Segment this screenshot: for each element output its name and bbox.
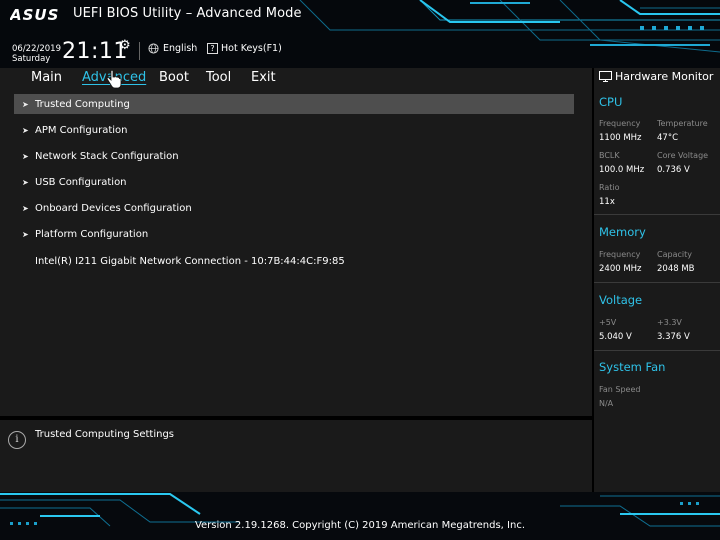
cpu-frequency-value: 1100 MHz	[599, 133, 642, 143]
header-bar: ASUS UEFI BIOS Utility – Advanced Mode 0…	[0, 0, 720, 68]
memory-frequency-value: 2400 MHz	[599, 264, 642, 274]
main-panel: ➤ Trusted Computing ➤ APM Configuration …	[0, 90, 592, 416]
svg-text:ASUS: ASUS	[10, 6, 59, 24]
cpu-frequency-label: Frequency	[599, 119, 641, 128]
hardware-monitor-panel: Hardware Monitor CPU Frequency Temperatu…	[594, 68, 720, 492]
help-panel: i Trusted Computing Settings	[0, 420, 592, 492]
globe-icon	[148, 43, 159, 54]
menu-item-label: APM Configuration	[35, 124, 128, 136]
hotkeys-button[interactable]: ? Hot Keys(F1)	[207, 43, 282, 54]
header-divider	[139, 42, 140, 60]
date-display: 06/22/2019 Saturday	[12, 44, 61, 64]
menu-item-usb-configuration[interactable]: ➤ USB Configuration	[14, 172, 574, 192]
arrow-right-icon: ➤	[22, 99, 29, 109]
memory-heading: Memory	[599, 225, 646, 239]
menu-item-trusted-computing[interactable]: ➤ Trusted Computing	[14, 94, 574, 114]
footer-circuit-decoration	[0, 493, 720, 527]
memory-capacity-value: 2048 MB	[657, 264, 695, 274]
arrow-right-icon: ➤	[22, 203, 29, 213]
arrow-right-icon: ➤	[22, 229, 29, 239]
help-text: Trusted Computing Settings	[35, 429, 175, 440]
voltage-5v-value: 5.040 V	[599, 332, 632, 342]
menu-item-platform-configuration[interactable]: ➤ Platform Configuration	[14, 224, 574, 244]
menu-item-label: Platform Configuration	[35, 228, 149, 240]
tab-tool[interactable]: Tool	[206, 70, 231, 85]
question-icon: ?	[207, 43, 218, 54]
menu-bar: Main Advanced Boot Tool Exit	[0, 68, 592, 90]
asus-logo: ASUS	[10, 6, 59, 24]
page-title: UEFI BIOS Utility – Advanced Mode	[73, 6, 302, 21]
menu-item-onboard-devices-configuration[interactable]: ➤ Onboard Devices Configuration	[14, 198, 574, 218]
core-voltage-label: Core Voltage	[657, 151, 709, 160]
tab-exit[interactable]: Exit	[251, 70, 276, 85]
gear-icon[interactable]: ⚙	[119, 38, 131, 53]
menu-item-network-stack-configuration[interactable]: ➤ Network Stack Configuration	[14, 146, 574, 166]
language-label: English	[163, 43, 198, 54]
memory-frequency-label: Frequency	[599, 250, 641, 259]
menu-item-label: USB Configuration	[35, 176, 127, 188]
core-voltage-value: 0.736 V	[657, 165, 690, 175]
hotkeys-label: Hot Keys(F1)	[221, 43, 282, 54]
network-info-text: Intel(R) I211 Gigabit Network Connection…	[35, 256, 345, 267]
hardware-monitor-title-text: Hardware Monitor	[615, 70, 714, 83]
arrow-right-icon: ➤	[22, 177, 29, 187]
bclk-value: 100.0 MHz	[599, 165, 645, 175]
cpu-temperature-value: 47°C	[657, 133, 679, 143]
hand-cursor-icon	[106, 70, 122, 89]
system-fan-heading: System Fan	[599, 360, 666, 374]
voltage-heading: Voltage	[599, 293, 643, 307]
monitor-icon	[599, 71, 612, 82]
cpu-temperature-label: Temperature	[657, 119, 708, 128]
cpu-heading: CPU	[599, 95, 623, 109]
tab-boot[interactable]: Boot	[159, 70, 189, 85]
arrow-right-icon: ➤	[22, 151, 29, 161]
date-text: 06/22/2019	[12, 44, 61, 54]
day-text: Saturday	[12, 54, 51, 64]
ratio-label: Ratio	[599, 183, 620, 192]
menu-item-label: Network Stack Configuration	[35, 150, 179, 162]
language-button[interactable]: English	[148, 43, 197, 54]
hw-divider	[594, 350, 720, 351]
menu-item-apm-configuration[interactable]: ➤ APM Configuration	[14, 120, 574, 140]
voltage-3v3-value: 3.376 V	[657, 332, 690, 342]
version-copyright-text: Version 2.19.1268. Copyright (C) 2019 Am…	[194, 520, 526, 531]
hw-divider	[594, 282, 720, 283]
ratio-value: 11x	[599, 197, 615, 207]
fan-speed-value: N/A	[599, 399, 614, 408]
memory-capacity-label: Capacity	[657, 250, 692, 259]
voltage-3v3-label: +3.3V	[657, 318, 682, 327]
menu-item-label: Trusted Computing	[35, 98, 130, 110]
menu-item-label: Onboard Devices Configuration	[35, 202, 192, 214]
arrow-right-icon: ➤	[22, 125, 29, 135]
bclk-label: BCLK	[599, 151, 620, 160]
info-icon: i	[8, 431, 26, 449]
hardware-monitor-title: Hardware Monitor	[599, 70, 713, 83]
hw-divider	[594, 214, 720, 215]
tab-main[interactable]: Main	[31, 70, 62, 85]
fan-speed-label: Fan Speed	[599, 385, 641, 394]
footer-bar: Version 2.19.1268. Copyright (C) 2019 Am…	[0, 492, 720, 540]
voltage-5v-label: +5V	[599, 318, 617, 327]
